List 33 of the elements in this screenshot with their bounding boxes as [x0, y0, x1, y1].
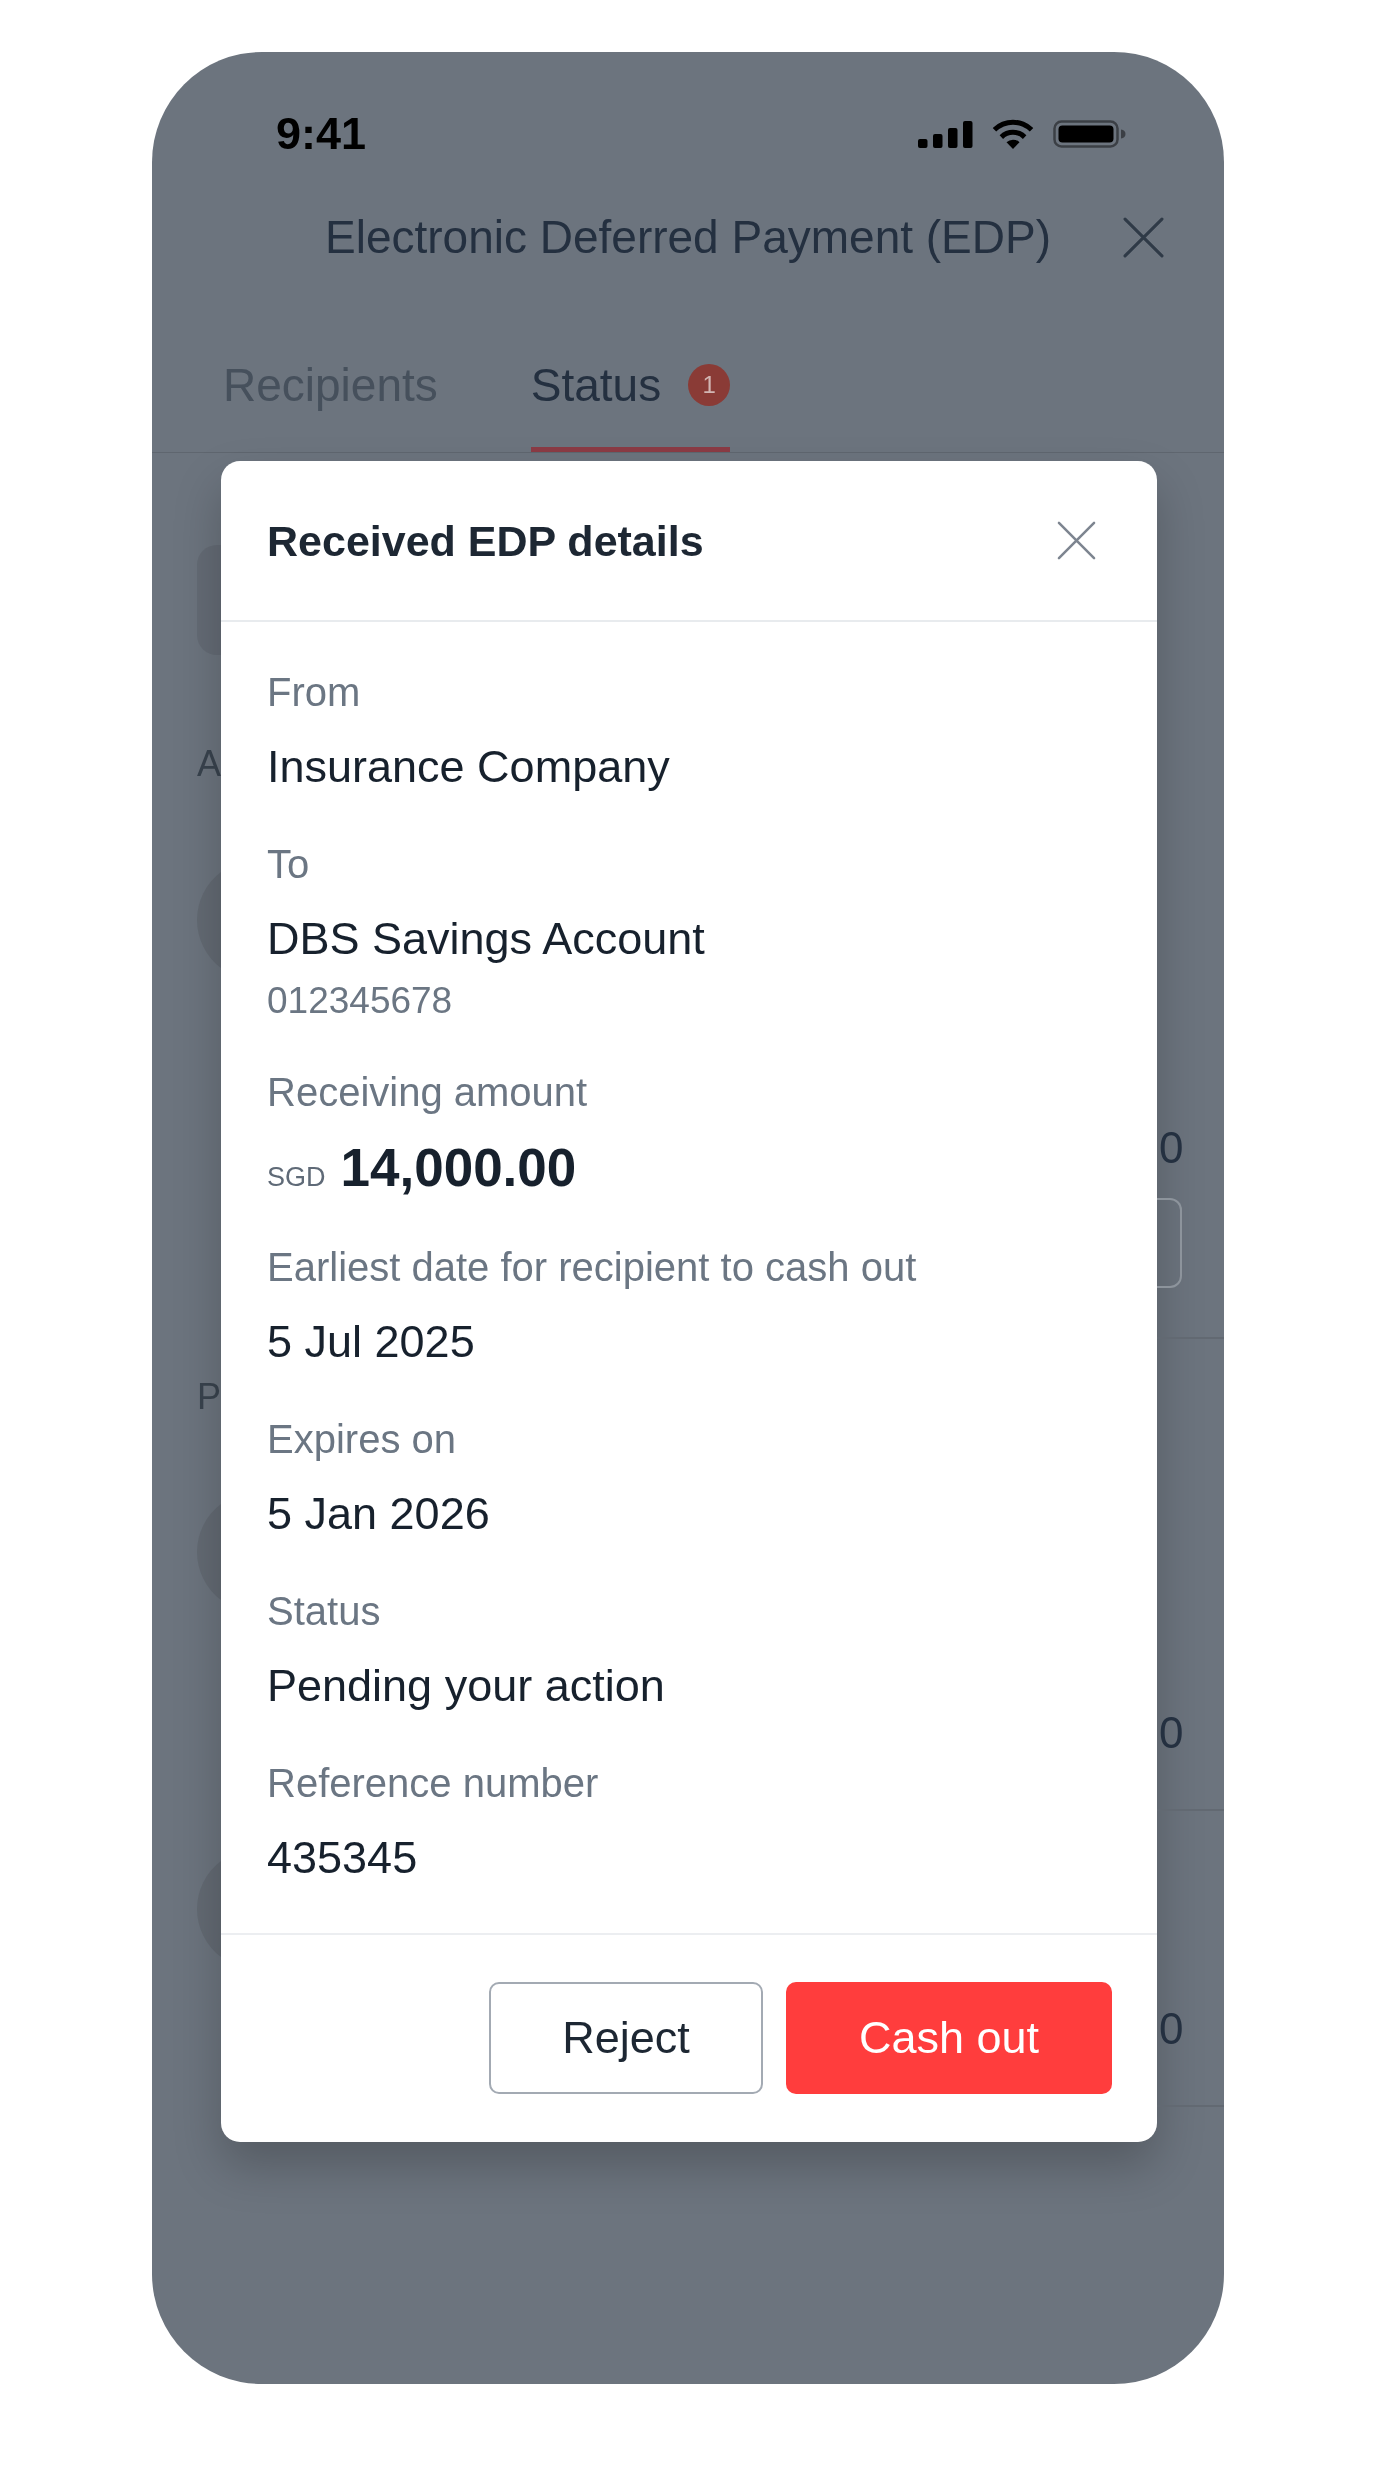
field-label: To — [267, 841, 311, 888]
notification-badge: 1 — [688, 364, 731, 406]
amount-text: 0 — [1158, 1709, 1184, 1757]
field-value: 435345 — [267, 1831, 419, 1885]
field-value: 5 Jan 2026 — [267, 1487, 491, 1541]
cash-out-button[interactable]: Cash out — [786, 1982, 1112, 2094]
amount-text: 0 — [1158, 2005, 1184, 2053]
amount-value: 14,000.00 — [340, 1138, 577, 1198]
field-value: Insurance Company — [267, 740, 671, 794]
field-value: DBS Savings Account — [267, 912, 706, 966]
field-label: Expires on — [267, 1416, 457, 1463]
currency-code: SGD — [267, 1161, 326, 1194]
reject-button[interactable]: Reject — [489, 1982, 763, 2094]
status-time: 9:41 — [276, 108, 367, 160]
field-label: Status — [267, 1588, 382, 1635]
close-button[interactable] — [1123, 216, 1164, 258]
tab[interactable]: Status 1 — [530, 323, 731, 452]
dialog-title: Received EDP details — [267, 515, 704, 567]
field-label: Earliest date for recipient to cash out — [267, 1244, 918, 1291]
amount-text: 0 — [1158, 1124, 1184, 1172]
account-number: 012345678 — [267, 979, 454, 1023]
battery-icon — [1053, 120, 1126, 148]
field-value: Pending your action — [267, 1659, 666, 1713]
field-value: 5 Jul 2025 — [267, 1315, 476, 1369]
field-label: Reference number — [267, 1760, 600, 1807]
page-title: Electronic Deferred Payment (EDP) — [325, 210, 1051, 265]
signal-icon — [918, 120, 973, 148]
close-icon — [1057, 521, 1096, 560]
wifi-icon — [990, 119, 1036, 149]
dialog-close-button[interactable] — [1056, 520, 1097, 561]
close-icon — [1123, 216, 1164, 258]
field-label: From — [267, 669, 362, 716]
field-label: Receiving amount — [267, 1069, 589, 1116]
